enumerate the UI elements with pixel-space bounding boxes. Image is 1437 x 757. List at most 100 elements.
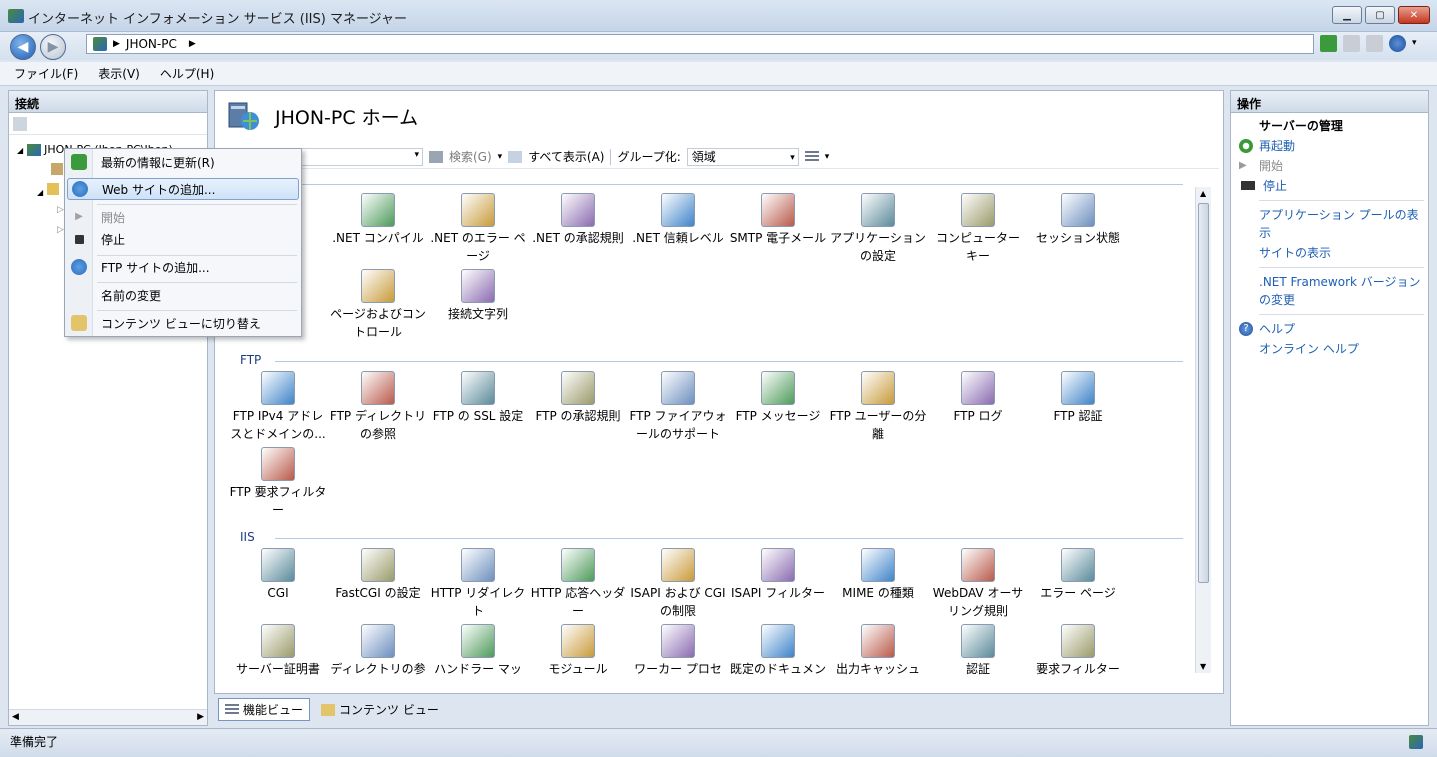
feature-item[interactable]: CGI: [229, 548, 327, 602]
feature-item[interactable]: WebDAV オーサリング規則: [929, 548, 1027, 620]
minimize-button[interactable]: ▁: [1332, 6, 1362, 24]
feature-item[interactable]: ワーカー プロセ: [629, 624, 727, 678]
view-mode-icon[interactable]: [804, 150, 819, 163]
feature-item[interactable]: FTP の承認規則: [529, 371, 627, 425]
tab-content-view[interactable]: コンテンツ ビュー: [314, 698, 446, 721]
feature-item[interactable]: ページおよびコントロール: [329, 269, 427, 341]
chevron-down-icon[interactable]: ▾: [1412, 35, 1420, 52]
menu-item-add-website[interactable]: Web サイトの追加...: [67, 178, 299, 200]
feature-item[interactable]: SMTP 電子メール: [729, 193, 827, 247]
feature-item[interactable]: 要求フィルター: [1029, 624, 1127, 678]
feature-item[interactable]: FTP ユーザーの分離: [829, 371, 927, 443]
features-vertical-scrollbar[interactable]: ▲ ▼: [1195, 187, 1211, 673]
menu-item-switch-content-view[interactable]: コンテンツ ビューに切り替え: [67, 312, 299, 334]
feature-item[interactable]: .NET コンパイル: [329, 193, 427, 247]
feature-item[interactable]: FTP 認証: [1029, 371, 1127, 425]
chevron-down-icon[interactable]: ▾: [498, 152, 503, 162]
breadcrumb-jhon-pc[interactable]: JHON-PC: [126, 37, 177, 51]
scroll-left-icon[interactable]: ◀: [12, 712, 19, 722]
feature-item[interactable]: FTP 要求フィルター: [229, 447, 327, 519]
feature-item[interactable]: エラー ページ: [1029, 548, 1127, 602]
show-all-icon: [508, 150, 523, 163]
menu-file[interactable]: ファイル(F): [14, 65, 78, 82]
action-stop[interactable]: 停止: [1231, 176, 1428, 196]
feature-item[interactable]: ISAPI および CGI の制限: [629, 548, 727, 620]
menu-item-start[interactable]: ▶ 開始: [67, 206, 299, 228]
globe-add-icon: [72, 181, 88, 197]
tree-node-site-2[interactable]: ▷: [57, 225, 64, 235]
tree-node-app-pools[interactable]: [51, 163, 63, 178]
menu-item-refresh[interactable]: 最新の情報に更新(R): [67, 151, 299, 173]
expand-icon[interactable]: ◢: [37, 188, 43, 197]
refresh-icon[interactable]: [1320, 35, 1337, 52]
feature-item[interactable]: HTTP リダイレクト: [429, 548, 527, 620]
tree-node-sites[interactable]: ◢: [37, 183, 59, 198]
tab-features-view[interactable]: 機能ビュー: [218, 698, 311, 721]
scroll-down-icon[interactable]: ▼: [1200, 662, 1206, 671]
connect-icon[interactable]: [13, 116, 27, 131]
back-button[interactable]: ◀: [10, 34, 36, 60]
forward-button[interactable]: ▶: [40, 34, 66, 60]
feature-item[interactable]: コンピューター キー: [929, 193, 1027, 265]
action-help[interactable]: ? ヘルプ: [1231, 319, 1428, 339]
feature-icon: [461, 193, 495, 227]
maximize-button[interactable]: ▢: [1365, 6, 1395, 24]
close-button[interactable]: ✕: [1398, 6, 1430, 24]
menu-item-add-ftp-site[interactable]: FTP サイトの追加...: [67, 256, 299, 278]
feature-item[interactable]: FTP メッセージ: [729, 371, 827, 425]
feature-item[interactable]: アプリケーションの設定: [829, 193, 927, 265]
feature-item[interactable]: 接続文字列: [429, 269, 527, 323]
expand-icon[interactable]: ◢: [17, 146, 23, 155]
rename-icon: [71, 287, 87, 303]
feature-item[interactable]: .NET のエラー ページ: [429, 193, 527, 265]
feature-label: 出力キャッシュ: [835, 662, 920, 676]
feature-item[interactable]: HTTP 応答ヘッダー: [529, 548, 627, 620]
show-all-button[interactable]: すべて表示(A): [528, 148, 604, 165]
feature-item[interactable]: ISAPI フィルター: [729, 548, 827, 602]
feature-item[interactable]: モジュール: [529, 624, 627, 678]
action-view-app-pools[interactable]: アプリケーション プールの表示: [1231, 205, 1428, 243]
feature-item[interactable]: サーバー証明書: [229, 624, 327, 678]
feature-item[interactable]: FastCGI の設定: [329, 548, 427, 602]
menu-help[interactable]: ヘルプ(H): [160, 65, 214, 82]
section-iis-header: IIS: [240, 530, 255, 544]
scroll-right-icon[interactable]: ▶: [197, 712, 204, 722]
feature-item[interactable]: MIME の種類: [829, 548, 927, 602]
chevron-down-icon[interactable]: ▾: [825, 152, 830, 162]
feature-item[interactable]: 出力キャッシュ: [829, 624, 927, 678]
feature-item[interactable]: FTP ログ: [929, 371, 1027, 425]
feature-item[interactable]: FTP ディレクトリの参照: [329, 371, 427, 443]
feature-item[interactable]: ハンドラー マッ: [429, 624, 527, 678]
address-bar[interactable]: ▶ JHON-PC ▶: [86, 34, 1314, 54]
action-online-help[interactable]: オンライン ヘルプ: [1231, 339, 1428, 359]
feature-item[interactable]: .NET 信頼レベル: [629, 193, 727, 247]
scroll-up-icon[interactable]: ▲: [1200, 189, 1206, 198]
action-start[interactable]: ▶ 開始: [1231, 156, 1428, 176]
feature-item[interactable]: ディレクトリの参: [329, 624, 427, 678]
action-view-sites[interactable]: サイトの表示: [1231, 243, 1428, 263]
feature-icon: [761, 624, 795, 658]
breadcrumb-chevron-icon[interactable]: ▶: [189, 39, 196, 49]
scrollbar-thumb[interactable]: [1198, 203, 1209, 583]
home-icon[interactable]: [1366, 35, 1383, 52]
group-by-select[interactable]: 領域 ▾: [686, 147, 799, 166]
feature-item[interactable]: 既定のドキュメン: [729, 624, 827, 678]
action-restart[interactable]: 再起動: [1231, 136, 1428, 156]
feature-item[interactable]: セッション状態: [1029, 193, 1127, 247]
stop-icon[interactable]: [1343, 35, 1360, 52]
help-icon[interactable]: [1389, 35, 1406, 52]
connections-horizontal-scrollbar[interactable]: ◀ ▶: [9, 709, 207, 725]
tree-node-site-1[interactable]: ▷: [57, 205, 64, 215]
feature-label: FTP IPv4 アドレスとドメインの...: [230, 409, 326, 441]
search-button[interactable]: 検索(G): [449, 148, 492, 165]
chevron-down-icon[interactable]: ▾: [414, 150, 419, 160]
action-change-dotnet-version[interactable]: .NET Framework バージョンの変更: [1231, 272, 1428, 310]
menu-view[interactable]: 表示(V): [98, 65, 140, 82]
feature-item[interactable]: FTP IPv4 アドレスとドメインの...: [229, 371, 327, 443]
menu-item-rename[interactable]: 名前の変更: [67, 284, 299, 306]
menu-item-stop[interactable]: 停止: [67, 228, 299, 250]
feature-item[interactable]: FTP ファイアウォールのサポート: [629, 371, 727, 443]
feature-item[interactable]: 認証: [929, 624, 1027, 678]
feature-item[interactable]: FTP の SSL 設定: [429, 371, 527, 425]
feature-item[interactable]: .NET の承認規則: [529, 193, 627, 247]
